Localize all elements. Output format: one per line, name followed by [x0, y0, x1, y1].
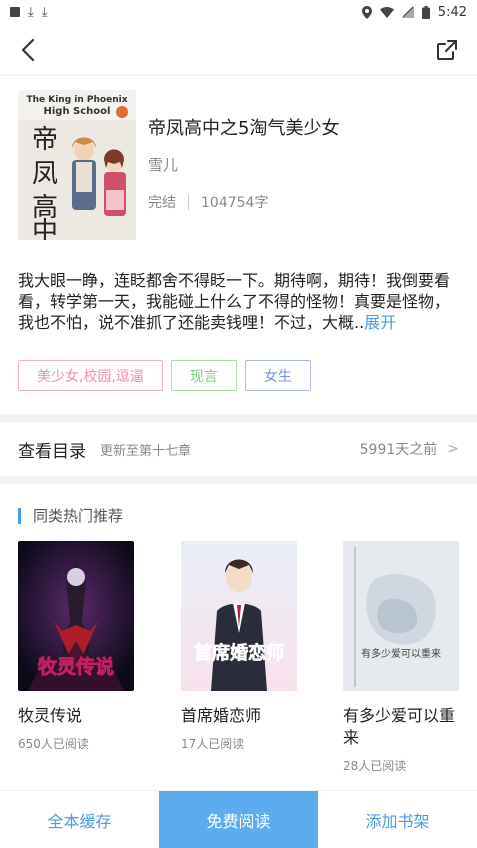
- book-status: 完结: [148, 195, 176, 211]
- recommend-title: 同类热门推荐: [33, 507, 124, 525]
- recommend-cover[interactable]: 有多少爱可以重来: [343, 541, 459, 691]
- download-icon: ⤓: [41, 4, 48, 20]
- section-accent-bar: [18, 507, 21, 524]
- recommend-name: 有多少爱可以重来: [343, 706, 456, 747]
- recommend-item[interactable]: 牧灵传说 牧灵传说 650人已阅读: [18, 541, 138, 752]
- tag-genre[interactable]: 美少女,校园,逗逼: [18, 360, 163, 391]
- book-author[interactable]: 雪儿: [148, 154, 178, 175]
- meta-divider: [188, 194, 189, 210]
- app-notification-icon: [10, 7, 20, 17]
- status-bar: ⤓ ⤓ 5:42: [0, 0, 477, 24]
- location-icon: [361, 5, 372, 19]
- recommend-cover-art: 牧灵传说: [18, 541, 134, 691]
- recommend-cover[interactable]: 首席婚恋师: [181, 541, 297, 691]
- recommend-readers: 17人已阅读: [181, 737, 245, 751]
- catalog-latest-chapter: 更新至第十七章: [100, 443, 192, 459]
- book-description[interactable]: 我大眼一睁，连眨都舍不得眨一下。期待啊，期待！我倒要看看，转学第一天，我能碰上什…: [18, 270, 460, 333]
- status-right: 5:42: [361, 4, 467, 20]
- chevron-right-icon: >: [447, 441, 459, 457]
- recommend-item[interactable]: 首席婚恋师 首席婚恋师 17人已阅读: [181, 541, 301, 752]
- recommend-readers: 28人已阅读: [343, 759, 407, 773]
- recommend-name: 首席婚恋师: [181, 706, 262, 725]
- download-icon: ⤓: [28, 4, 34, 20]
- recommend-cover-title: 牧灵传说: [38, 655, 114, 678]
- battery-icon: [421, 5, 430, 19]
- recommend-name: 牧灵传说: [18, 706, 83, 725]
- svg-text:凤: 凤: [32, 159, 58, 189]
- section-divider: [0, 476, 477, 484]
- book-header: The King in Phoenix High School 帝 凤 高 中 …: [0, 86, 477, 241]
- book-word-count: 104754字: [201, 195, 269, 211]
- recommend-cover-title: 首席婚恋师: [194, 642, 284, 664]
- recommend-cover[interactable]: 牧灵传说: [18, 541, 134, 691]
- recommend-readers: 650人已阅读: [18, 737, 89, 751]
- back-arrow-icon: [21, 38, 35, 62]
- free-read-button[interactable]: 免费阅读: [159, 791, 318, 848]
- status-left: ⤓ ⤓: [10, 6, 48, 19]
- share-button[interactable]: [431, 34, 463, 66]
- wifi-icon: [379, 6, 394, 18]
- svg-text:High School: High School: [44, 106, 111, 117]
- catalog-update-time: 5991天之前: [359, 442, 438, 458]
- catalog-row[interactable]: 查看目录 更新至第十七章 5991天之前 >: [0, 422, 477, 476]
- catalog-title: 查看目录: [18, 441, 86, 462]
- bottom-action-bar: 全本缓存 免费阅读 添加书架: [0, 790, 477, 848]
- nav-bar: [0, 24, 477, 76]
- status-time: 5:42: [437, 4, 467, 20]
- tag-list: 美少女,校园,逗逼 现言 女生: [18, 360, 311, 391]
- svg-text:帝: 帝: [32, 125, 58, 155]
- book-meta: 完结 104754字: [148, 192, 268, 212]
- section-divider: [0, 414, 477, 422]
- recommend-item[interactable]: 有多少爱可以重来 有多少爱可以重来 28人已阅读: [343, 541, 463, 774]
- recommend-header: 同类热门推荐: [18, 505, 123, 526]
- book-cover-art: The King in Phoenix High School 帝 凤 高 中: [18, 90, 136, 240]
- svg-text:The King in Phoenix: The King in Phoenix: [26, 95, 127, 105]
- tag-category[interactable]: 现言: [170, 360, 237, 391]
- recommend-cover-title: 有多少爱可以重来: [361, 647, 441, 660]
- svg-text:中: 中: [32, 217, 58, 240]
- share-icon: [437, 40, 457, 60]
- back-button[interactable]: [12, 34, 44, 66]
- recommend-cover-art: 有多少爱可以重来: [343, 541, 459, 691]
- signal-icon: [401, 6, 414, 18]
- cache-all-button[interactable]: 全本缓存: [0, 791, 159, 848]
- book-title: 帝凤高中之5淘气美少女: [148, 118, 340, 139]
- tag-audience[interactable]: 女生: [244, 360, 311, 391]
- book-cover[interactable]: The King in Phoenix High School 帝 凤 高 中: [18, 90, 136, 240]
- add-to-shelf-button[interactable]: 添加书架: [318, 791, 477, 848]
- expand-link[interactable]: 展开: [364, 313, 396, 332]
- recommend-cover-art: 首席婚恋师: [181, 541, 297, 691]
